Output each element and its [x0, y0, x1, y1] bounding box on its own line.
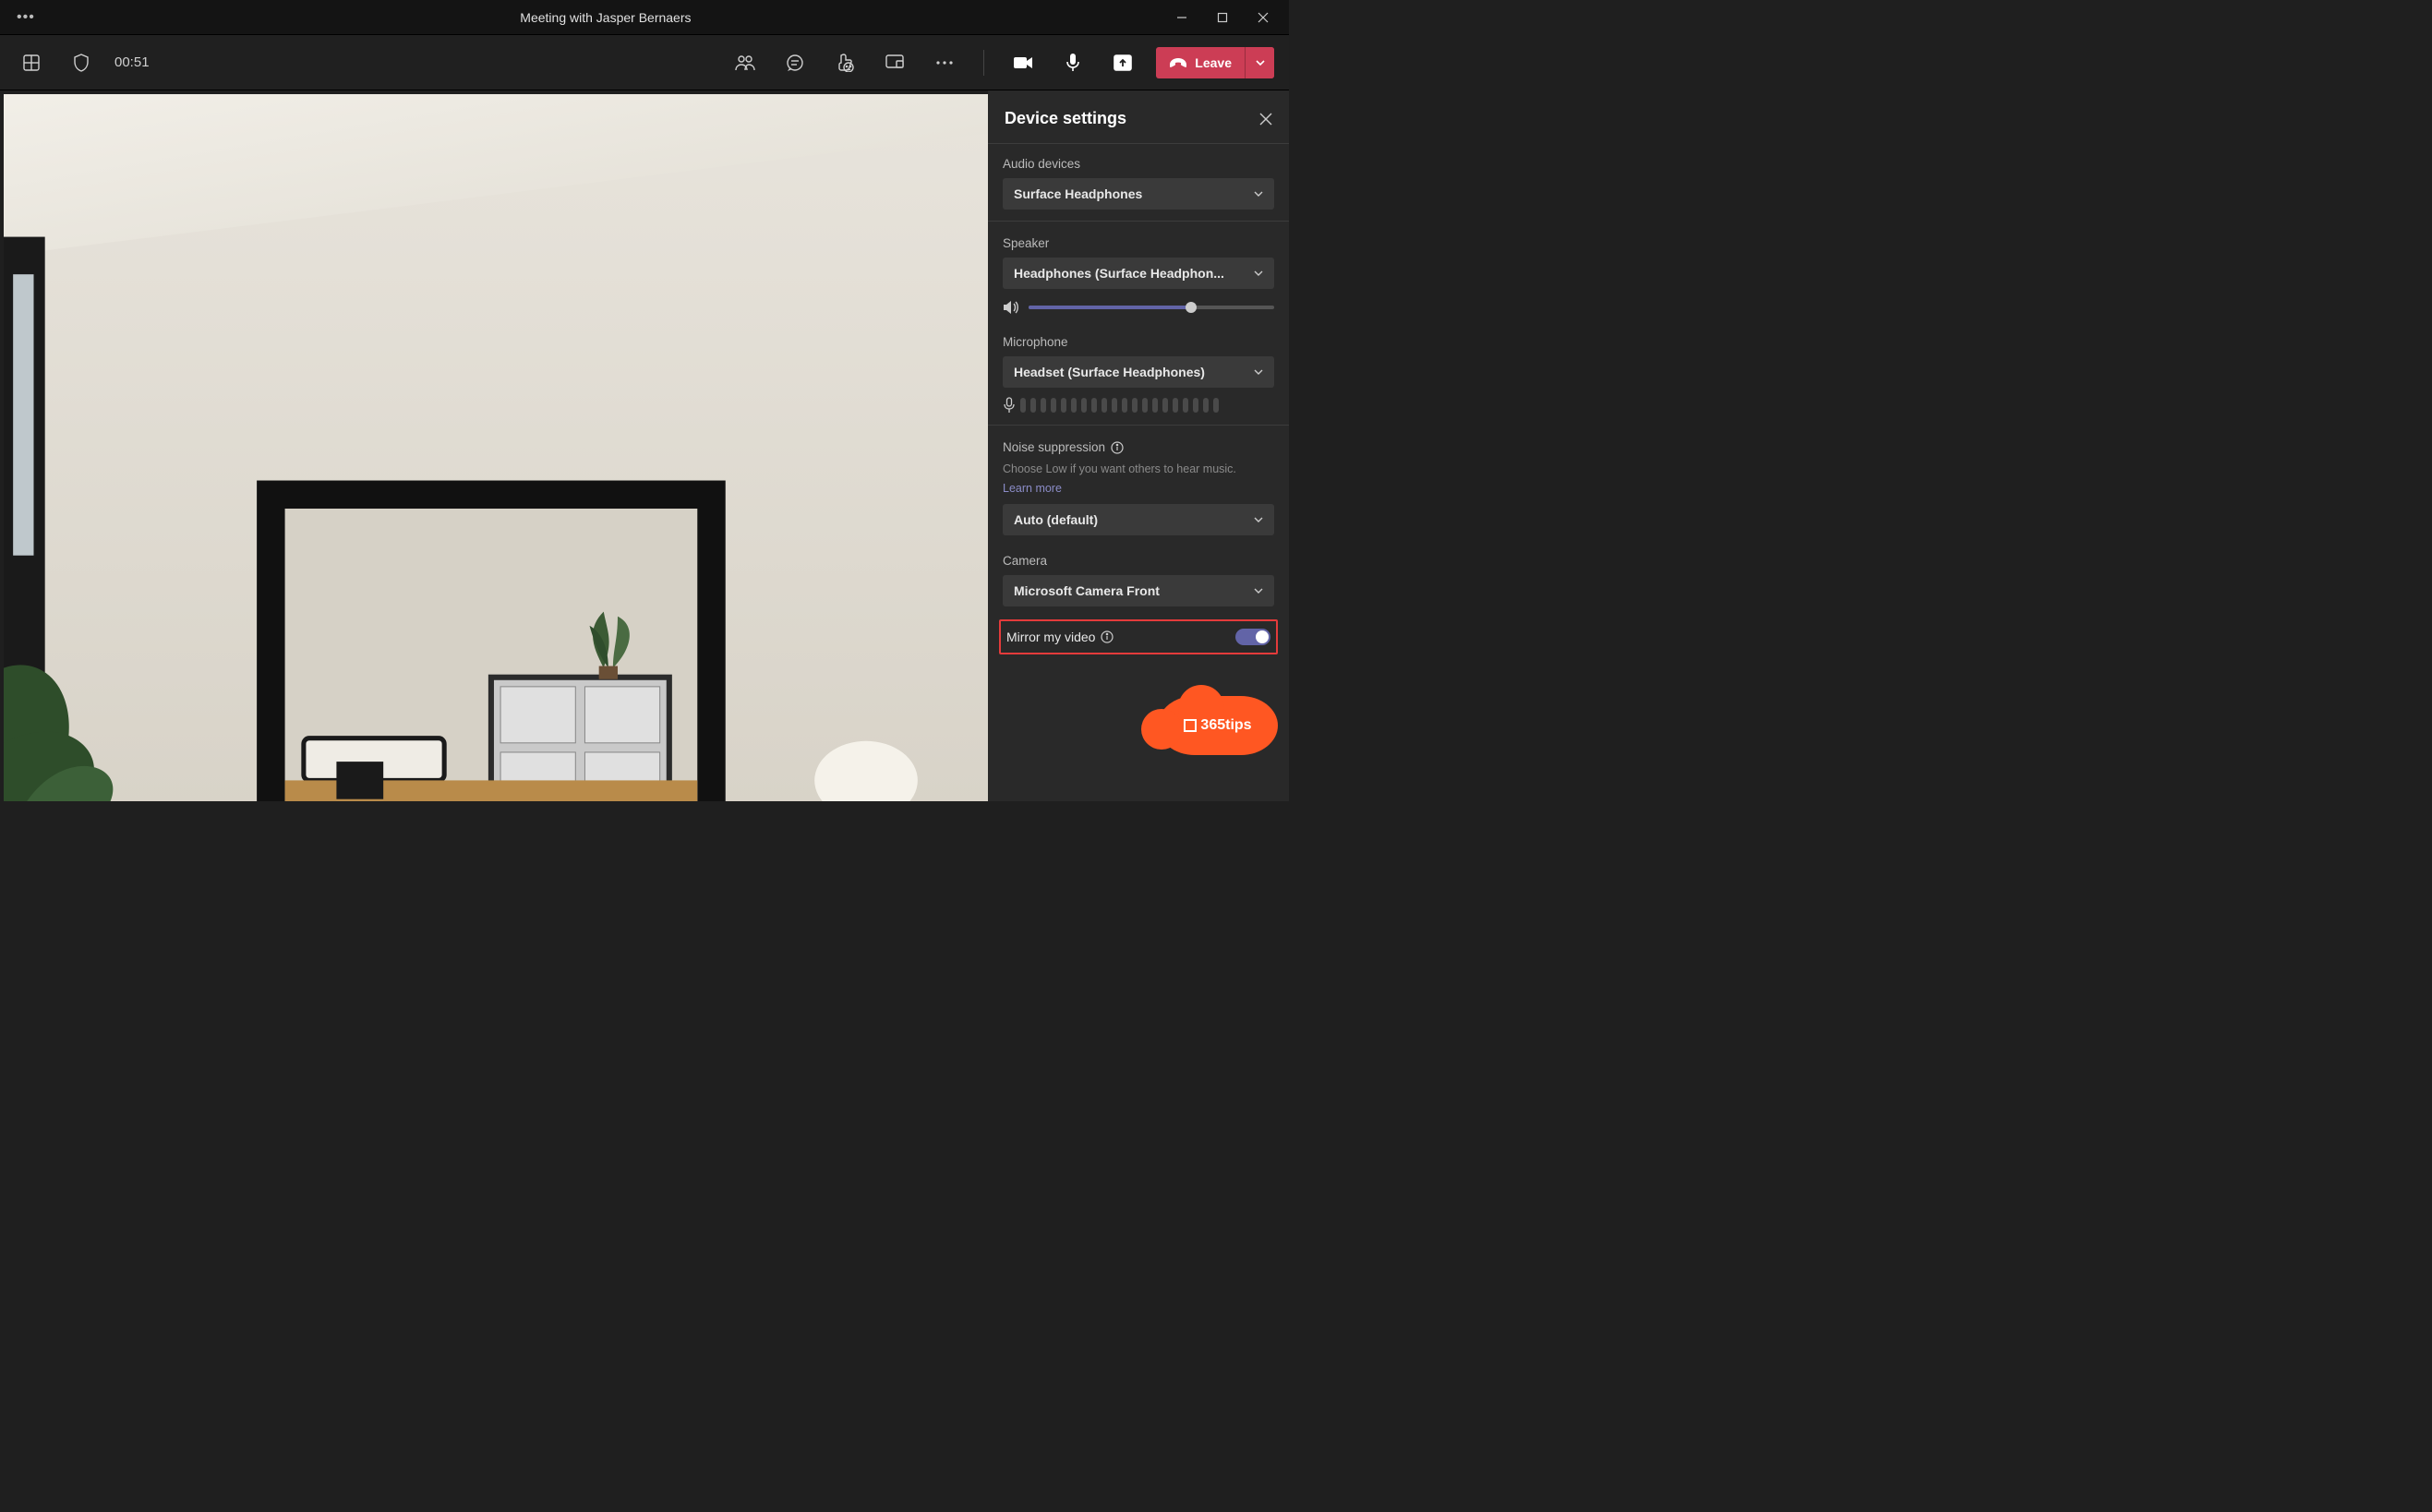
- meeting-toolbar: 00:51: [0, 35, 1289, 90]
- branding-logo: 365tips: [1158, 696, 1278, 755]
- chat-button[interactable]: [778, 46, 812, 79]
- video-feed: [4, 94, 988, 801]
- noise-suppression-value: Auto (default): [1014, 512, 1098, 527]
- speaker-select[interactable]: Headphones (Surface Headphon...: [1003, 258, 1274, 289]
- panel-close-button[interactable]: [1259, 113, 1272, 126]
- layout-grid-button[interactable]: [15, 46, 48, 79]
- titlebar: ••• Meeting with Jasper Bernaers: [0, 0, 1289, 35]
- microphone-value: Headset (Surface Headphones): [1014, 365, 1205, 379]
- audio-devices-select[interactable]: Surface Headphones: [1003, 178, 1274, 210]
- noise-suppression-select[interactable]: Auto (default): [1003, 504, 1274, 535]
- learn-more-link[interactable]: Learn more: [1003, 482, 1274, 495]
- noise-suppression-description: Choose Low if you want others to hear mu…: [1003, 462, 1274, 478]
- microphone-label: Microphone: [1003, 335, 1274, 349]
- speaker-section: Speaker Headphones (Surface Headphon...: [988, 221, 1289, 320]
- people-button[interactable]: [728, 46, 762, 79]
- leave-button[interactable]: Leave: [1156, 47, 1274, 78]
- chevron-down-icon: [1254, 270, 1263, 276]
- speaker-value: Headphones (Surface Headphon...: [1014, 266, 1224, 281]
- chevron-down-icon: [1254, 369, 1263, 375]
- maximize-button[interactable]: [1217, 12, 1235, 23]
- device-settings-panel: Device settings Audio devices Surface He…: [988, 90, 1289, 801]
- speaker-volume-slider[interactable]: [1029, 306, 1274, 309]
- panel-header: Device settings: [988, 90, 1289, 144]
- call-timer: 00:51: [114, 54, 150, 70]
- chevron-down-icon: [1254, 517, 1263, 522]
- camera-select[interactable]: Microsoft Camera Front: [1003, 575, 1274, 606]
- mic-icon: [1003, 397, 1016, 414]
- noise-suppression-section: Noise suppression Choose Low if you want…: [988, 425, 1289, 541]
- reactions-button[interactable]: [828, 46, 861, 79]
- speaker-icon: [1003, 300, 1019, 315]
- shield-icon[interactable]: [65, 46, 98, 79]
- noise-suppression-label: Noise suppression: [1003, 440, 1274, 454]
- content-area: Device settings Audio devices Surface He…: [0, 90, 1289, 801]
- camera-section: Camera Microsoft Camera Front: [988, 541, 1289, 612]
- leave-options-button[interactable]: [1245, 47, 1274, 78]
- mirror-video-row: Mirror my video: [999, 619, 1278, 654]
- rooms-button[interactable]: [878, 46, 911, 79]
- audio-devices-section: Audio devices Surface Headphones: [988, 144, 1289, 215]
- close-button[interactable]: [1258, 12, 1276, 23]
- hangup-icon: [1169, 57, 1187, 68]
- speaker-volume-row: [1003, 300, 1274, 315]
- info-icon[interactable]: [1101, 630, 1114, 643]
- camera-toggle-button[interactable]: [1006, 46, 1040, 79]
- toolbar-divider: [983, 50, 984, 76]
- chevron-down-icon: [1254, 588, 1263, 594]
- more-actions-button[interactable]: [928, 46, 961, 79]
- titlebar-more-icon[interactable]: •••: [17, 9, 35, 26]
- camera-value: Microsoft Camera Front: [1014, 583, 1160, 598]
- window-title: Meeting with Jasper Bernaers: [520, 10, 691, 25]
- microphone-select[interactable]: Headset (Surface Headphones): [1003, 356, 1274, 388]
- audio-devices-label: Audio devices: [1003, 157, 1274, 171]
- chevron-down-icon: [1254, 191, 1263, 197]
- panel-title: Device settings: [1005, 109, 1126, 128]
- mirror-video-label: Mirror my video: [1006, 630, 1095, 644]
- microphone-section: Microphone Headset (Surface Headphones): [988, 320, 1289, 419]
- share-button[interactable]: [1106, 46, 1139, 79]
- audio-devices-value: Surface Headphones: [1014, 186, 1142, 201]
- leave-label: Leave: [1195, 55, 1232, 70]
- minimize-button[interactable]: [1176, 12, 1195, 23]
- mic-toggle-button[interactable]: [1056, 46, 1090, 79]
- speaker-label: Speaker: [1003, 236, 1274, 250]
- info-icon[interactable]: [1111, 441, 1124, 454]
- window-controls: [1176, 12, 1282, 23]
- camera-label: Camera: [1003, 554, 1274, 568]
- mirror-video-toggle[interactable]: [1235, 629, 1270, 645]
- mic-level-meter: [1003, 397, 1274, 414]
